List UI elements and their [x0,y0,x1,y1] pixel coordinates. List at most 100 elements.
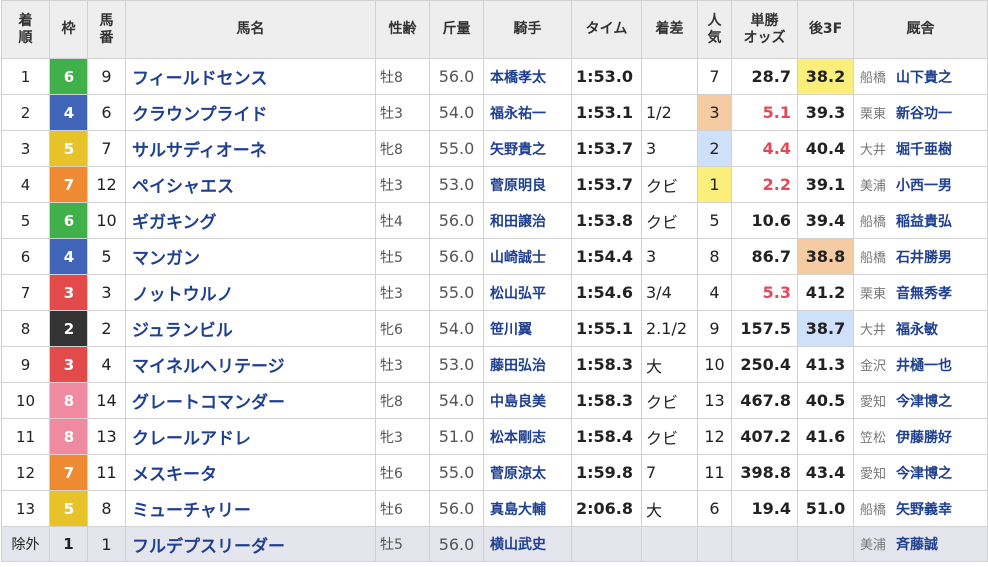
jockey-link[interactable]: 真島大輔 [483,490,572,527]
jockey-link[interactable]: 福永祐一 [483,94,572,131]
stable-cell: 愛知 今津博之 [853,382,988,419]
time-cell: 1:55.1 [571,310,642,347]
horse-name-link[interactable]: サルサディオーネ [125,130,376,167]
odds-cell: 5.3 [731,274,798,311]
trainer-link[interactable]: 矢野義幸 [896,502,952,518]
popularity-cell: 9 [697,310,732,347]
last3f-cell: 39.3 [797,94,854,131]
jockey-link[interactable]: 菅原明良 [483,166,572,203]
jockey-link[interactable]: 松山弘平 [483,274,572,311]
trainer-link[interactable]: 音無秀孝 [896,286,952,302]
horse-name-link[interactable]: クレールアドレ [125,418,376,455]
jockey-link[interactable]: 中島良美 [483,382,572,419]
horse-name-link[interactable]: クラウンプライド [125,94,376,131]
weight-cell: 55.0 [429,130,484,167]
frame-number-badge: 6 [50,203,87,238]
table-row: 5 6 10 ギガキング 牡4 56.0 和田譲治 1:53.8 クビ 5 10.6 39.4 船橋 稲益… [1,202,988,239]
odds-cell: 86.7 [731,238,798,275]
number-cell: 7 [87,130,126,167]
trainer-link[interactable]: 今津博之 [896,394,952,410]
jockey-link[interactable]: 藤田弘治 [483,346,572,383]
sexage-cell: 牡5 [375,526,430,562]
number-cell: 2 [87,310,126,347]
frame-number-badge: 4 [50,95,87,130]
last3f-cell: 38.7 [797,310,854,347]
jockey-link[interactable]: 矢野貴之 [483,130,572,167]
last3f-cell: 43.4 [797,454,854,491]
sexage-cell: 牝6 [375,310,430,347]
trainer-link[interactable]: 稲益貴弘 [896,214,952,230]
trainer-link[interactable]: 井樋一也 [896,358,952,374]
horse-name-link[interactable]: ギガキング [125,202,376,239]
stable-location: 栗東 [860,286,887,302]
table-row: 6 4 5 マンガン 牡5 56.0 山崎誠士 1:54.4 3 8 86.7 38.8 船橋 石井勝男 [1,238,988,275]
trainer-link[interactable]: 小西一男 [896,178,952,194]
margin-cell: 3 [641,130,698,167]
stable-location: 美浦 [860,538,887,553]
popularity-cell: 13 [697,382,732,419]
weight-cell: 55.0 [429,274,484,311]
popularity-cell: 4 [697,274,732,311]
horse-name-link[interactable]: マイネルヘリテージ [125,346,376,383]
time-cell: 1:58.3 [571,382,642,419]
trainer-link[interactable]: 今津博之 [896,466,952,482]
frame-cell: 2 [49,310,88,347]
last3f-cell: 38.8 [797,238,854,275]
jockey-link[interactable]: 松本剛志 [483,418,572,455]
trainer-link[interactable]: 堀千亜樹 [896,142,952,158]
trainer-link[interactable]: 福永敏 [896,322,938,338]
stable-location: 愛知 [860,394,887,410]
weight-cell: 53.0 [429,346,484,383]
jockey-link[interactable]: 笹川翼 [483,310,572,347]
jockey-link[interactable]: 菅原涼太 [483,454,572,491]
header-last3f: 後3F [797,0,854,59]
horse-name-link[interactable]: グレートコマンダー [125,382,376,419]
time-cell: 1:53.7 [571,166,642,203]
odds-cell: 28.7 [731,58,798,95]
rank-cell: 1 [1,58,50,95]
weight-cell: 56.0 [429,202,484,239]
sexage-cell: 牡6 [375,490,430,527]
horse-name-link[interactable]: ミューチャリー [125,490,376,527]
stable-cell: 愛知 今津博之 [853,454,988,491]
odds-cell: 250.4 [731,346,798,383]
weight-cell: 55.0 [429,454,484,491]
frame-number-badge: 4 [50,239,87,274]
jockey-link[interactable]: 本橋孝太 [483,58,572,95]
jockey-link[interactable]: 山崎誠士 [483,238,572,275]
trainer-link[interactable]: 山下貴之 [896,70,952,86]
trainer-link[interactable]: 伊藤勝好 [896,430,952,446]
horse-name-link[interactable]: ペイシャエス [125,166,376,203]
jockey-link[interactable]: 和田譲治 [483,202,572,239]
horse-name-link[interactable]: フルデプスリーダー [125,526,376,562]
odds-cell: 19.4 [731,490,798,527]
jockey-link[interactable]: 横山武史 [483,526,572,562]
horse-name-link[interactable]: マンガン [125,238,376,275]
frame-number-badge: 3 [50,347,87,382]
number-cell: 12 [87,166,126,203]
trainer-link[interactable]: 新谷功一 [896,106,952,122]
table-row: 11 8 13 クレールアドレ 牝3 51.0 松本剛志 1:58.4 クビ 12 407.2 41.… [1,418,988,455]
number-cell: 6 [87,94,126,131]
stable-cell: 船橋 山下貴之 [853,58,988,95]
header-stable: 厩舎 [853,0,988,59]
sexage-cell: 牡4 [375,202,430,239]
horse-name-link[interactable]: メスキータ [125,454,376,491]
weight-cell: 56.0 [429,58,484,95]
popularity-cell: 11 [697,454,732,491]
horse-name-link[interactable]: フィールドセンス [125,58,376,95]
stable-location: 金沢 [860,358,887,374]
sexage-cell: 牡5 [375,238,430,275]
trainer-link[interactable]: 石井勝男 [896,250,952,266]
number-cell: 9 [87,58,126,95]
number-cell: 1 [87,526,126,562]
margin-cell: クビ [641,382,698,419]
rank-cell: 8 [1,310,50,347]
sexage-cell: 牝8 [375,130,430,167]
stable-location: 大井 [860,142,887,158]
horse-name-link[interactable]: ジュランビル [125,310,376,347]
horse-name-link[interactable]: ノットウルノ [125,274,376,311]
time-cell: 2:06.8 [571,490,642,527]
table-row: 12 7 11 メスキータ 牡6 55.0 菅原涼太 1:59.8 7 11 398.8 43.4 愛知… [1,454,988,491]
trainer-link[interactable]: 斉藤誠 [896,537,938,553]
